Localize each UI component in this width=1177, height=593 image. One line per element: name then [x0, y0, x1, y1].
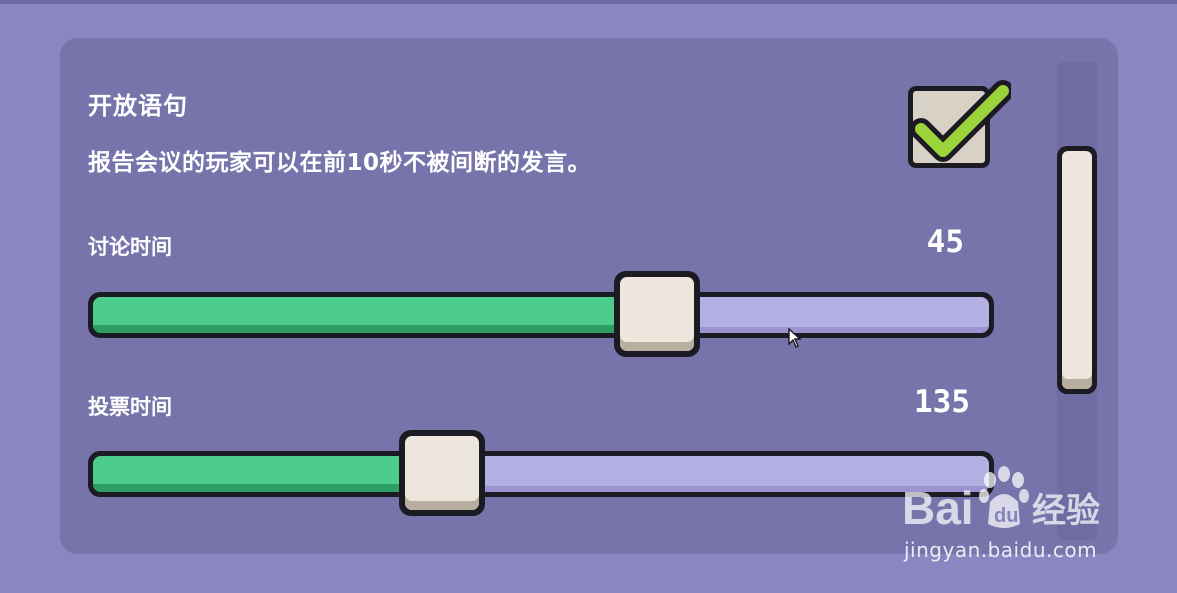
- discussion-time-handle[interactable]: [614, 271, 701, 357]
- slider-fill: [93, 297, 658, 333]
- option-checkbox[interactable]: [908, 80, 1011, 168]
- baidu-watermark: Bai du 经验 jingyan.baidu.com: [898, 462, 1138, 572]
- slider-track: [93, 456, 989, 492]
- voting-time-handle[interactable]: [399, 430, 486, 516]
- top-edge: [0, 0, 1177, 4]
- discussion-time-label: 讨论时间: [88, 235, 172, 259]
- svg-text:经验: 经验: [1032, 491, 1100, 531]
- handle-face: [405, 436, 480, 510]
- slider-track: [93, 297, 989, 333]
- option-description: 报告会议的玩家可以在前10秒不被间断的发言。: [88, 150, 592, 176]
- option-title: 开放语句: [88, 92, 188, 120]
- discussion-time-value: 45: [926, 224, 964, 260]
- scrollbar-thumb[interactable]: [1057, 146, 1097, 394]
- handle-face: [620, 277, 695, 351]
- checkmark-icon: [911, 80, 1011, 162]
- mouse-cursor-icon: [788, 328, 802, 348]
- voting-time-value: 135: [914, 384, 970, 420]
- svg-text:Bai: Bai: [902, 482, 974, 534]
- scrollbar-thumb-face: [1062, 151, 1092, 389]
- baidu-logo-icon: Bai du 经验: [902, 466, 1100, 534]
- discussion-time-slider[interactable]: [88, 292, 994, 338]
- voting-time-slider[interactable]: [88, 451, 994, 497]
- voting-time-label: 投票时间: [88, 395, 172, 419]
- slider-fill: [93, 456, 443, 492]
- watermark-url: jingyan.baidu.com: [904, 538, 1098, 562]
- svg-text:du: du: [994, 505, 1018, 527]
